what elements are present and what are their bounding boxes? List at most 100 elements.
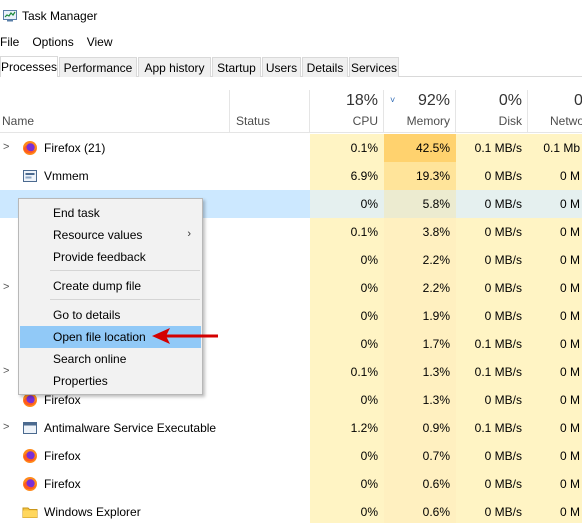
expand-chevron-icon[interactable]: > <box>3 282 11 293</box>
table-row[interactable]: Windows Explorer 0% 0.6% 0 MB/s 0 M <box>0 498 582 523</box>
table-row[interactable]: Vmmem 6.9% 19.3% 0 MB/s 0 M <box>0 162 582 190</box>
menu-search-online[interactable]: Search online <box>20 348 201 370</box>
memory-cell: 19.3% <box>384 162 456 190</box>
vmmem-icon <box>22 168 38 184</box>
process-name: Firefox <box>44 449 81 463</box>
column-header-row: Name Status 18% CPU ˅ 92% Memory 0% Disk… <box>0 90 582 133</box>
tab-processes[interactable]: Processes <box>0 56 58 77</box>
cpu-cell: 0% <box>310 470 384 498</box>
menu-create-dump-file[interactable]: Create dump file <box>20 275 201 297</box>
memory-cell: 0.6% <box>384 498 456 523</box>
column-network[interactable]: 0 Netwo <box>528 90 582 133</box>
cpu-cell: 6.9% <box>310 162 384 190</box>
column-status[interactable]: Status <box>230 90 310 133</box>
table-row[interactable]: > Antimalware Service Executable 1.2% 0.9% 0… <box>0 414 582 442</box>
memory-cell: 42.5% <box>384 134 456 162</box>
status-cell <box>230 358 310 386</box>
menu-bar: File Options View <box>0 33 126 51</box>
cpu-cell: 0.1% <box>310 218 384 246</box>
network-cell: 0 M <box>528 358 582 386</box>
menu-end-task[interactable]: End task <box>20 202 201 224</box>
menu-go-to-details[interactable]: Go to details <box>20 304 201 326</box>
status-cell <box>230 442 310 470</box>
disk-cell: 0.1 MB/s <box>456 134 528 162</box>
context-menu: End task Resource values › Provide feedb… <box>18 198 203 395</box>
memory-cell: 0.6% <box>384 470 456 498</box>
cpu-cell: 0% <box>310 302 384 330</box>
memory-cell: 3.8% <box>384 218 456 246</box>
menu-separator <box>50 270 200 271</box>
tab-performance[interactable]: Performance <box>59 57 137 77</box>
status-cell <box>230 274 310 302</box>
network-cell: 0 M <box>528 442 582 470</box>
status-cell <box>230 246 310 274</box>
disk-cell: 0 MB/s <box>456 470 528 498</box>
status-cell <box>230 414 310 442</box>
memory-cell: 2.2% <box>384 246 456 274</box>
disk-cell: 0.1 MB/s <box>456 330 528 358</box>
column-name[interactable]: Name <box>0 90 230 133</box>
tab-users[interactable]: Users <box>262 57 301 77</box>
cpu-cell: 0% <box>310 274 384 302</box>
column-disk[interactable]: 0% Disk <box>456 90 528 133</box>
process-name-cell[interactable]: Firefox <box>0 442 230 470</box>
cpu-cell: 0% <box>310 386 384 414</box>
column-disk-label: Disk <box>498 114 522 128</box>
expand-chevron-icon[interactable]: > <box>3 366 11 377</box>
column-name-label: Name <box>2 114 35 128</box>
cpu-cell: 0% <box>310 246 384 274</box>
chevron-right-icon: › <box>187 228 191 240</box>
column-network-label: Netwo <box>550 114 582 128</box>
disk-cell: 0 MB/s <box>456 162 528 190</box>
menu-view[interactable]: View <box>87 33 113 51</box>
disk-cell: 0 MB/s <box>456 246 528 274</box>
status-cell <box>230 386 310 414</box>
network-cell: 0 M <box>528 302 582 330</box>
process-name: Windows Explorer <box>44 505 141 519</box>
cpu-total-percent: 18% <box>345 92 378 109</box>
process-name-cell[interactable]: Firefox <box>0 470 230 498</box>
column-cpu-label: CPU <box>352 114 378 128</box>
column-memory-label: Memory <box>406 114 450 128</box>
network-total-percent: 0 <box>574 92 582 109</box>
expand-chevron-icon[interactable]: > <box>3 142 11 153</box>
menu-resource-values[interactable]: Resource values › <box>20 224 201 246</box>
memory-cell: 5.8% <box>384 190 456 218</box>
process-name: Firefox (21) <box>44 141 106 155</box>
status-cell <box>230 470 310 498</box>
firefox-icon <box>22 476 38 492</box>
table-row[interactable]: Firefox 0% 0.7% 0 MB/s 0 M <box>0 442 582 470</box>
memory-total-percent: 92% <box>417 92 450 109</box>
column-memory[interactable]: ˅ 92% Memory <box>384 90 456 133</box>
tab-details[interactable]: Details <box>302 57 348 77</box>
process-name-cell[interactable]: Windows Explorer <box>0 498 230 523</box>
tab-startup[interactable]: Startup <box>212 57 261 77</box>
table-row[interactable]: > Firefox (21) 0.1% 42.5% 0.1 MB/s 0.1 Mb <box>0 134 582 162</box>
antimalware-icon <box>22 420 38 436</box>
menu-provide-feedback[interactable]: Provide feedback <box>20 246 201 268</box>
menu-separator <box>50 299 200 300</box>
network-cell: 0 M <box>528 498 582 523</box>
disk-total-percent: 0% <box>498 92 522 109</box>
memory-cell: 1.9% <box>384 302 456 330</box>
expand-chevron-icon[interactable]: > <box>3 422 11 433</box>
network-cell: 0 M <box>528 414 582 442</box>
tab-app-history[interactable]: App history <box>138 57 211 77</box>
process-name-cell[interactable]: > Antimalware Service Executable <box>0 414 230 442</box>
process-name-cell[interactable]: Vmmem <box>0 162 230 190</box>
disk-cell: 0 MB/s <box>456 190 528 218</box>
tab-services[interactable]: Services <box>349 57 399 77</box>
status-cell <box>230 134 310 162</box>
status-cell <box>230 218 310 246</box>
cpu-cell: 0% <box>310 498 384 523</box>
memory-cell: 2.2% <box>384 274 456 302</box>
menu-options[interactable]: Options <box>32 33 73 51</box>
process-name-cell[interactable]: > Firefox (21) <box>0 134 230 162</box>
menu-properties[interactable]: Properties <box>20 370 201 392</box>
network-cell: 0 M <box>528 330 582 358</box>
disk-cell: 0 MB/s <box>456 218 528 246</box>
column-cpu[interactable]: 18% CPU <box>310 90 384 133</box>
table-row[interactable]: Firefox 0% 0.6% 0 MB/s 0 M <box>0 470 582 498</box>
menu-file[interactable]: File <box>0 33 19 51</box>
annotation-arrow-icon <box>152 328 218 344</box>
